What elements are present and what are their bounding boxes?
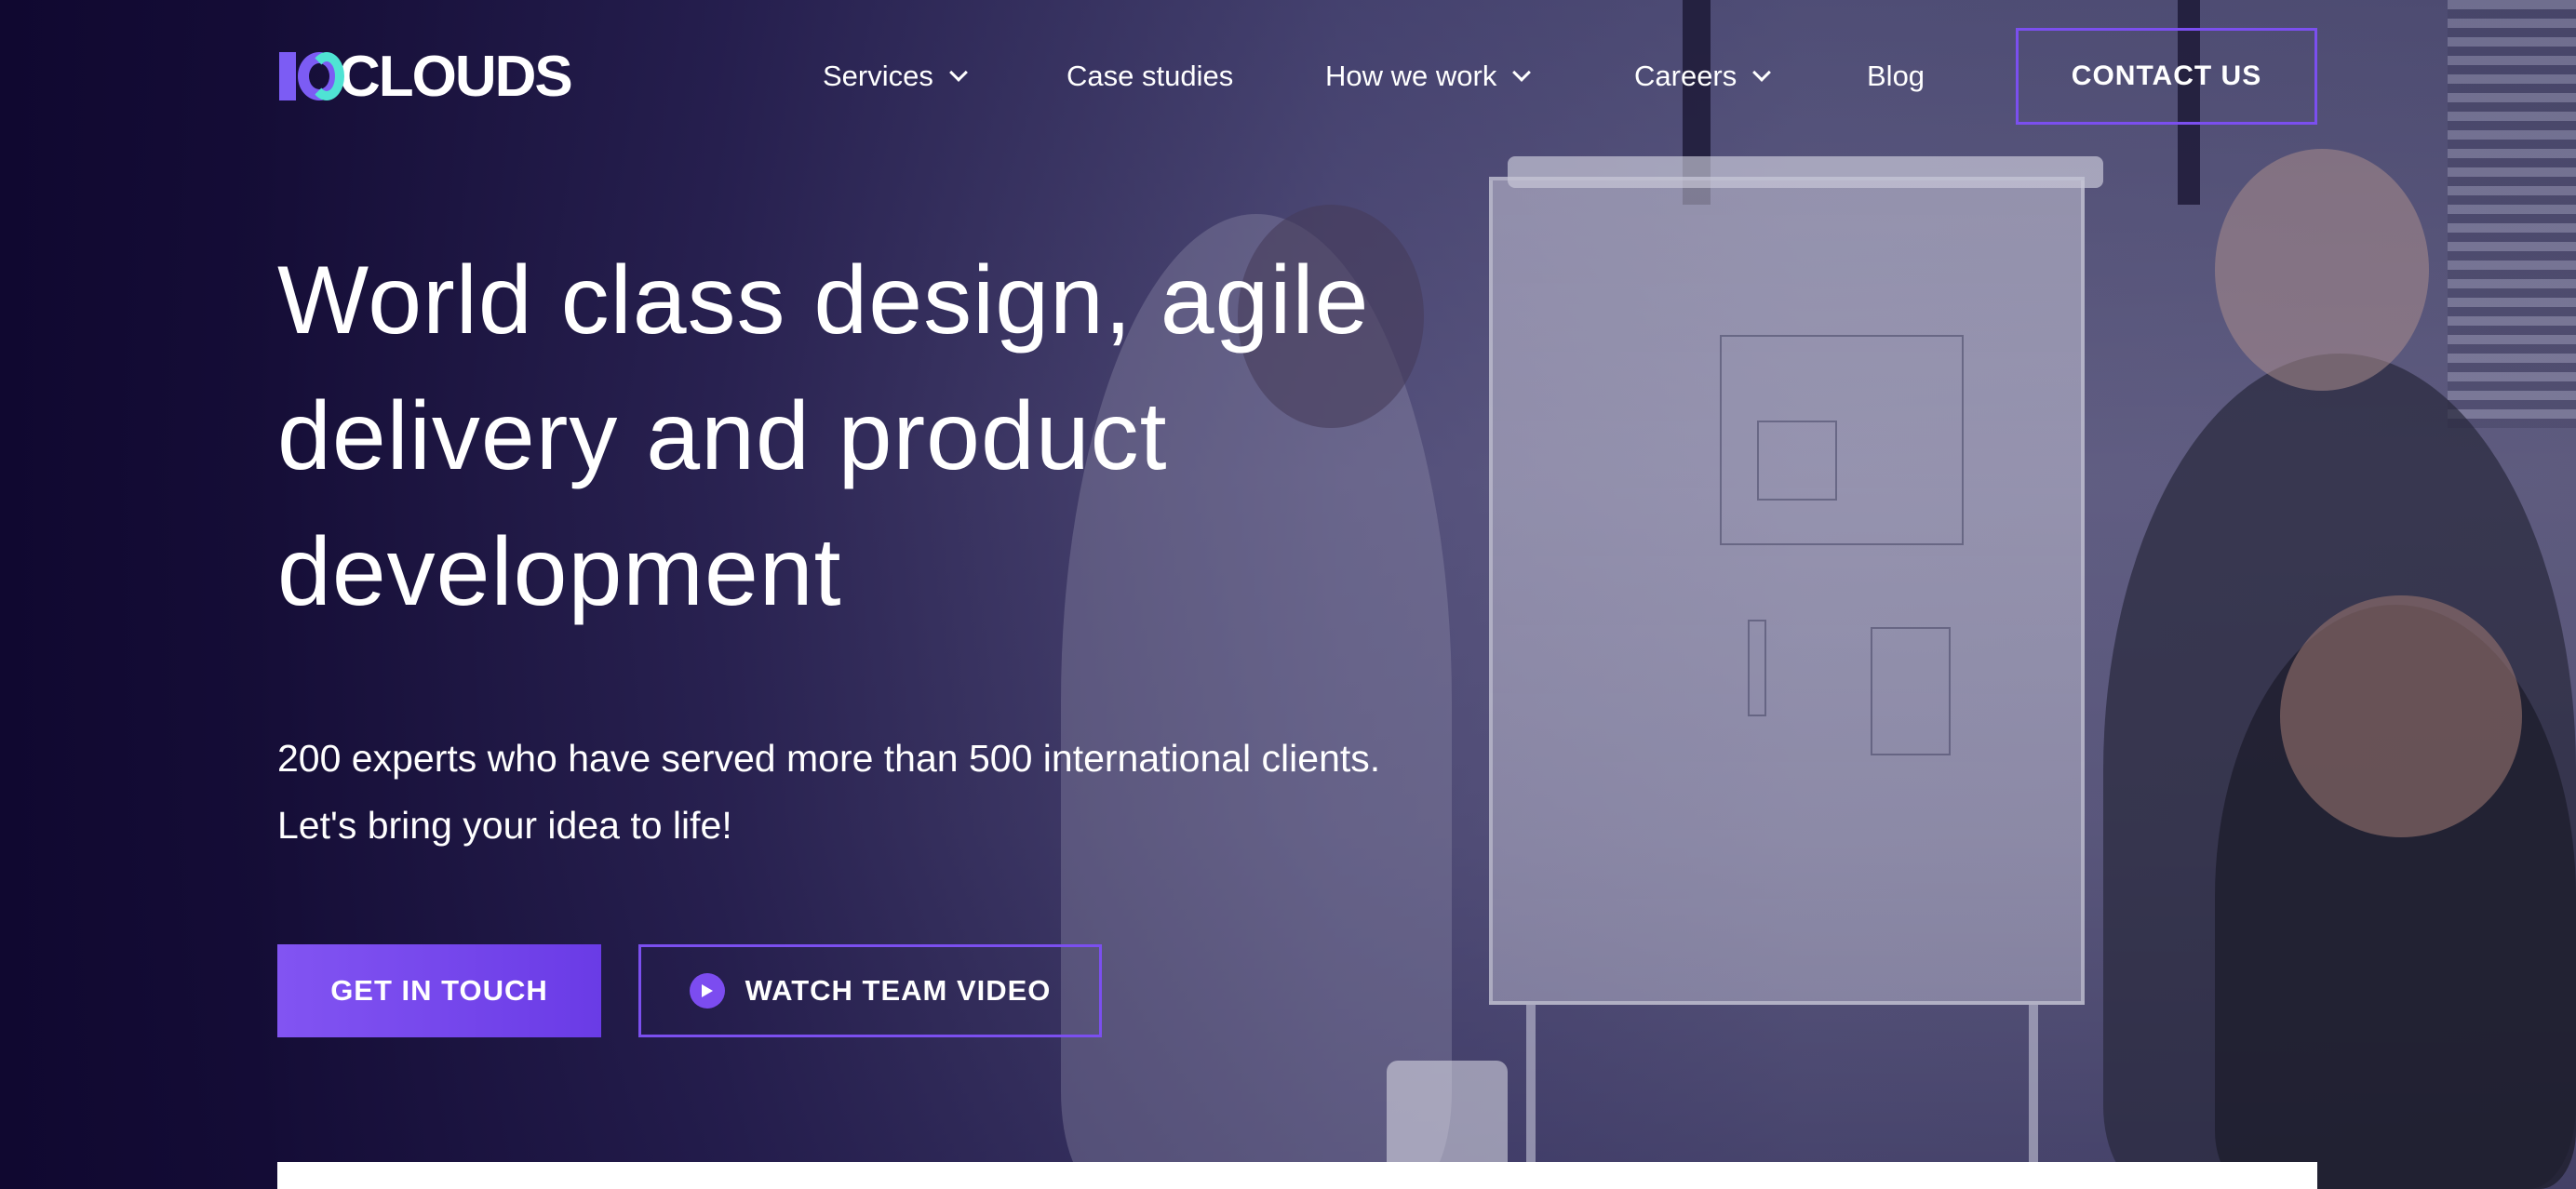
nav-item-how-we-work[interactable]: How we work xyxy=(1325,58,1532,95)
person-standing-head xyxy=(2215,149,2429,391)
chevron-down-icon xyxy=(1752,63,1772,82)
hero-headline-line: World class design, agile xyxy=(277,247,1370,354)
chevron-down-icon xyxy=(948,63,968,82)
nav-item-label: Careers xyxy=(1634,60,1737,92)
watch-team-video-label: WATCH TEAM VIDEO xyxy=(745,974,1052,1007)
nav-item-careers[interactable]: Careers xyxy=(1634,58,1772,95)
chevron-down-icon xyxy=(1512,63,1532,82)
content-panel-edge xyxy=(277,1162,2317,1189)
nav-item-blog[interactable]: Blog xyxy=(1867,58,1925,95)
hero-headline: World class design, agile delivery and p… xyxy=(277,233,1487,640)
whiteboard xyxy=(1489,177,2085,1005)
hero-subtitle-line: Let's bring your idea to life! xyxy=(277,804,732,847)
logo-text: CLOUDS xyxy=(339,44,573,109)
logo-mark-icon xyxy=(277,48,344,104)
nav-item-services[interactable]: Services xyxy=(823,58,968,95)
hero-subtitle: 200 experts who have served more than 50… xyxy=(277,725,1580,859)
site-header: CLOUDS Services Case studies How we work… xyxy=(0,0,2576,158)
whiteboard-sketch xyxy=(1748,620,1766,716)
nav-item-label: How we work xyxy=(1325,60,1497,92)
hero-subtitle-line: 200 experts who have served more than 50… xyxy=(277,737,1381,780)
whiteboard-sketch xyxy=(1871,627,1951,755)
nav-item-label: Case studies xyxy=(1067,60,1234,92)
hero-headline-line: delivery and product xyxy=(277,382,1168,490)
watch-team-video-button[interactable]: WATCH TEAM VIDEO xyxy=(638,944,1102,1037)
nav-item-label: Services xyxy=(823,60,933,92)
contact-us-button[interactable]: CONTACT US xyxy=(2016,28,2317,125)
nav-item-label: Blog xyxy=(1867,60,1925,92)
nav-item-case-studies[interactable]: Case studies xyxy=(1067,58,1233,95)
hero-headline-line: development xyxy=(277,518,842,626)
person-seated-head xyxy=(2280,595,2522,837)
whiteboard-sketch xyxy=(1757,421,1837,501)
page: CLOUDS Services Case studies How we work… xyxy=(0,0,2576,1189)
logo[interactable]: CLOUDS xyxy=(277,45,573,109)
get-in-touch-button[interactable]: GET IN TOUCH xyxy=(277,944,601,1037)
play-icon xyxy=(689,973,725,1009)
